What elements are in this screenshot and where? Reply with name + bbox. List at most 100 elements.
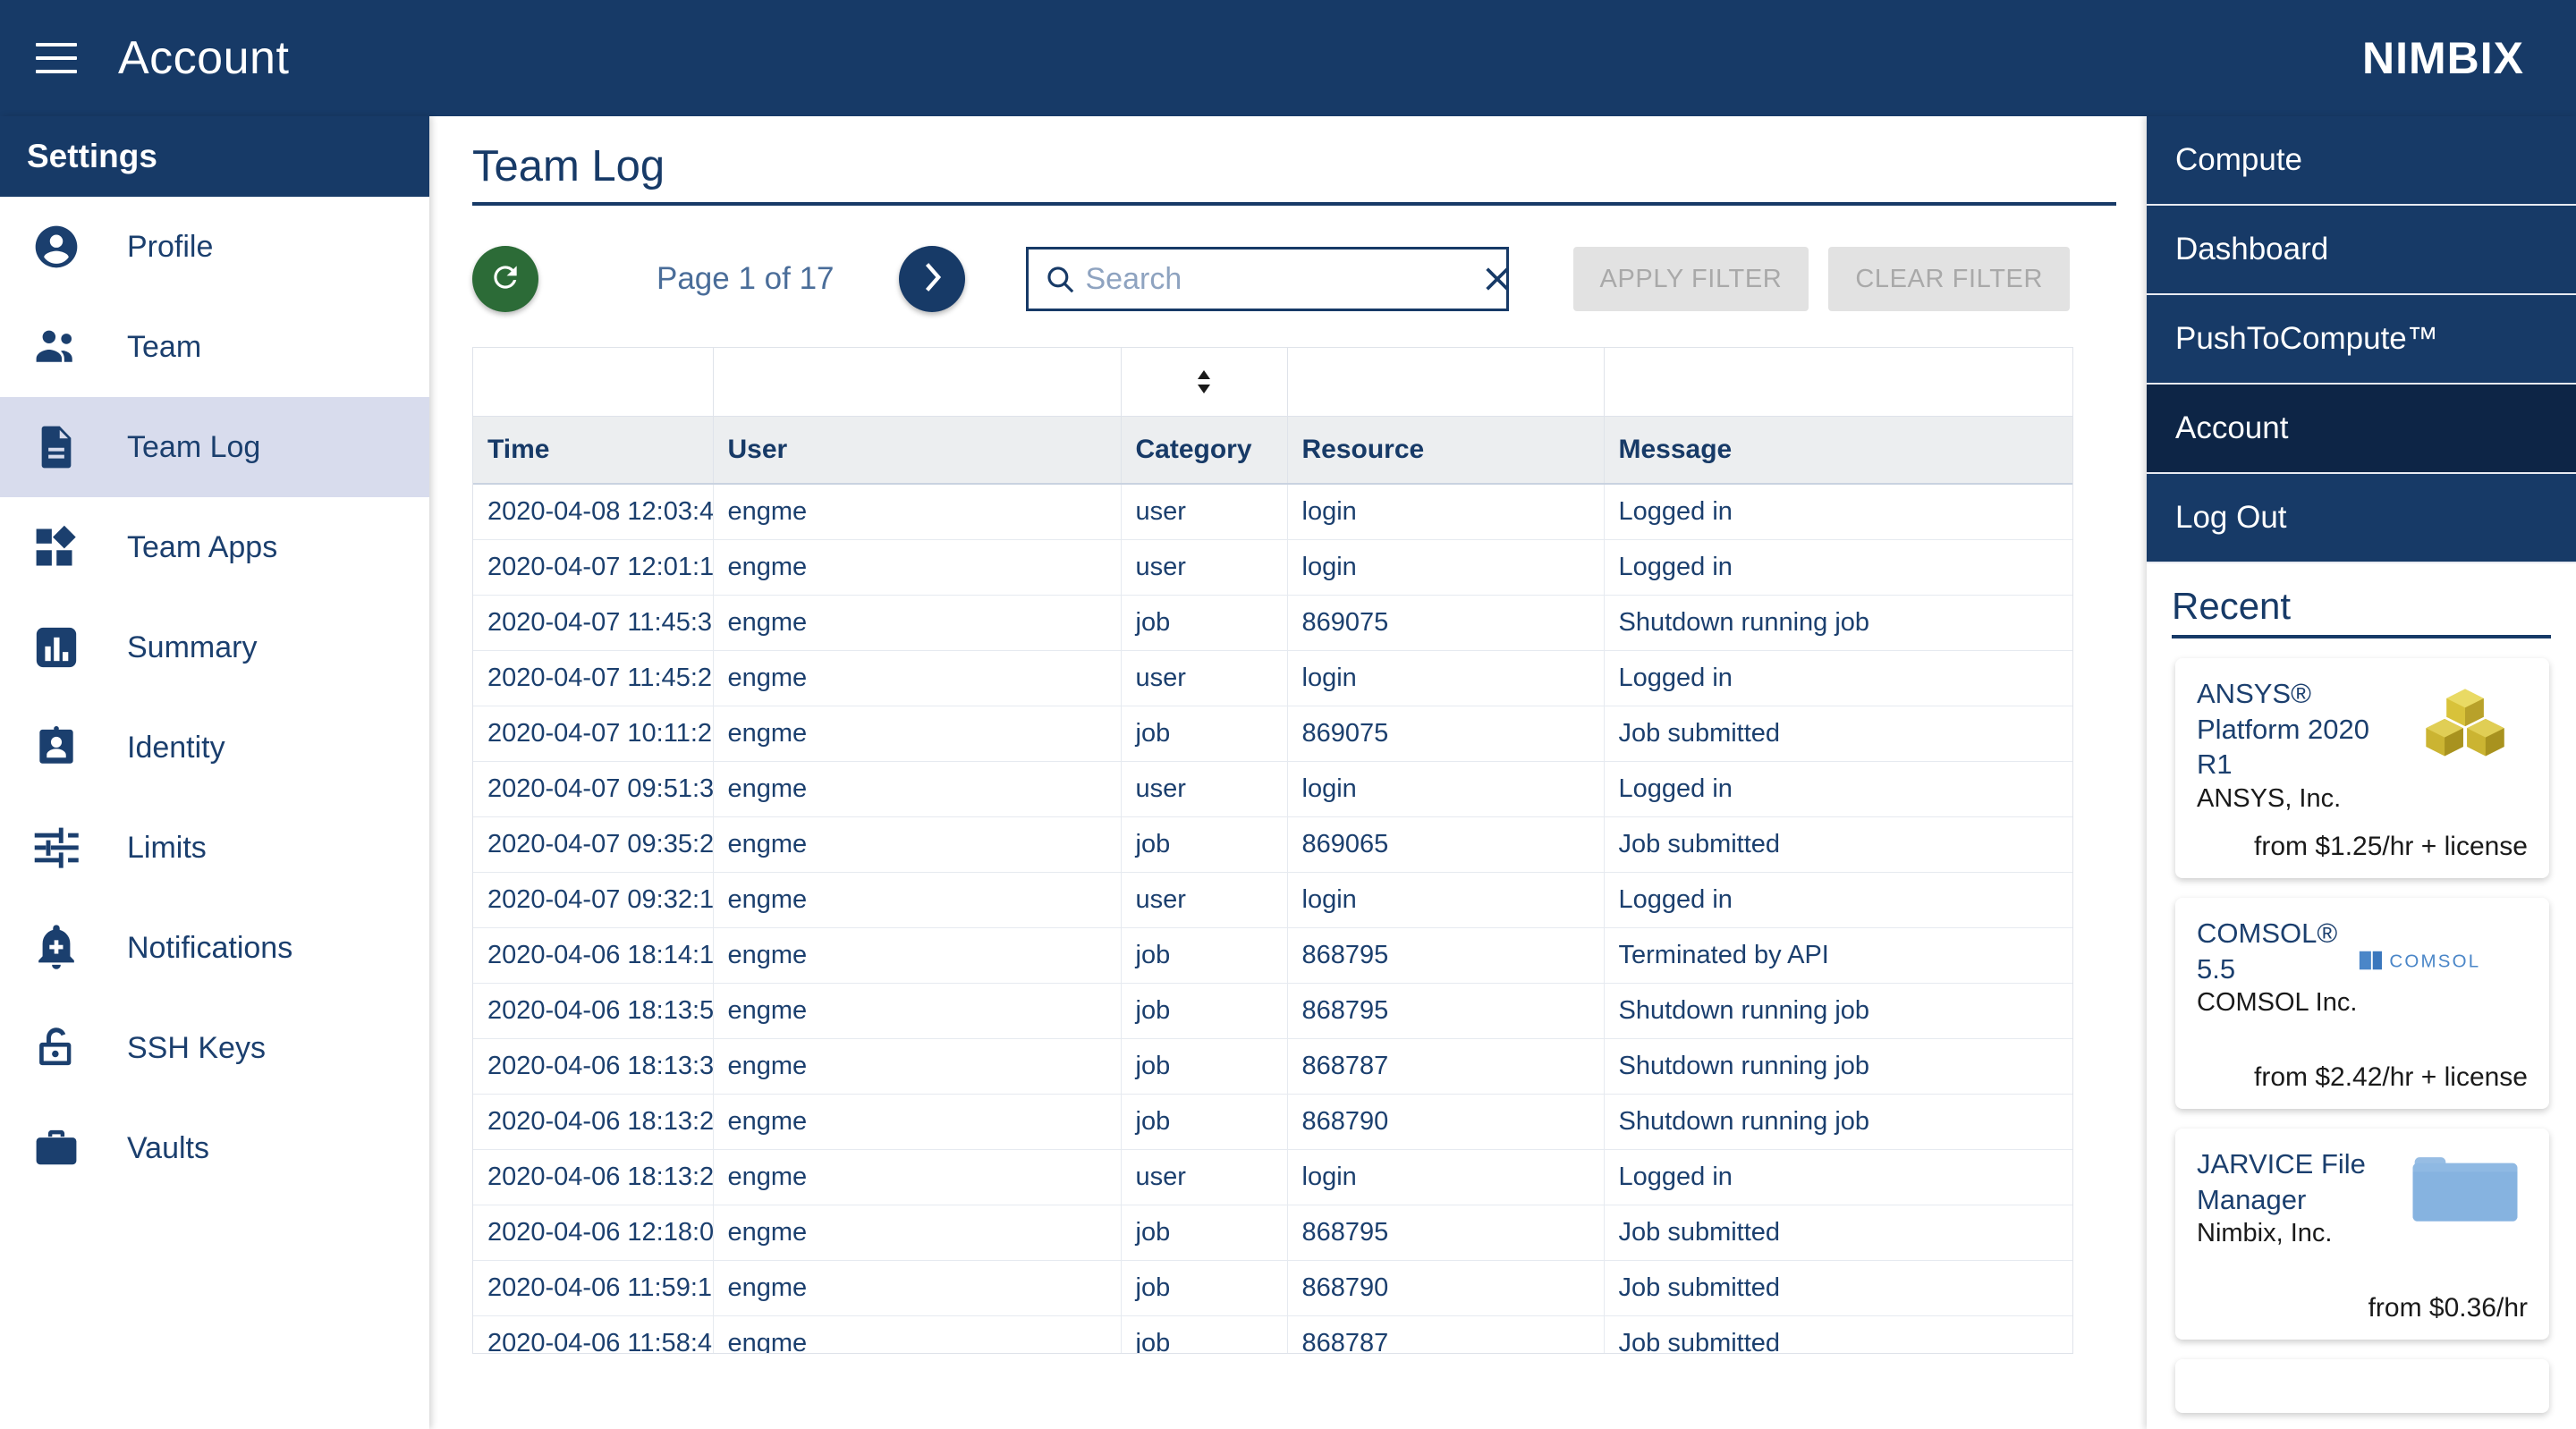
cell-time: 2020-04-06 11:58:42 [473,1315,714,1353]
column-filter-row [473,348,2072,417]
sort-up-down-icon[interactable] [1197,369,1211,394]
main-content: Team Log Page 1 of 17 APPLY FILTER CLEAR… [429,116,2147,1429]
sidebar-item-summary[interactable]: Summary [0,597,429,698]
cell-time: 2020-04-07 09:51:31 [473,761,714,817]
cell-user: engme [713,1094,1122,1150]
table-row[interactable]: 2020-04-06 18:14:16 engme job 868795 Termina… [473,927,2072,984]
cell-time: 2020-04-07 11:45:37 [473,595,714,651]
app-card-vendor: Nimbix, Inc. [2197,1219,2333,1248]
next-page-button[interactable] [898,246,965,312]
sidebar-item-limits[interactable]: Limits [0,798,429,898]
table-row[interactable]: 2020-04-07 10:11:28 engme job 869075 Job sub… [473,706,2072,762]
sidebar-item-vaults[interactable]: Vaults [0,1098,429,1198]
table-row[interactable]: 2020-04-07 09:32:17 engme user login Logged … [473,872,2072,928]
rightnav-item-account[interactable]: Account [2147,385,2576,474]
close-x-icon[interactable] [1482,264,1513,294]
cell-message: Logged in [1604,539,2072,596]
page-indicator: Page 1 of 17 [657,261,835,296]
cell-user: engme [713,983,1122,1039]
cell-resource: login [1287,650,1605,706]
table-row[interactable]: 2020-04-06 12:18:04 engme job 868795 Job sub… [473,1205,2072,1261]
sidebar-item-label: Notifications [127,930,293,965]
sidebar-item-notifications[interactable]: Notifications [0,898,429,998]
rightnav-item-label: Account [2175,410,2289,445]
cell-resource: login [1287,872,1605,928]
cell-resource: 868790 [1287,1260,1605,1316]
table-row[interactable]: 2020-04-07 11:45:37 engme job 869075 Shutdow… [473,595,2072,651]
refresh-button[interactable] [472,246,538,312]
cell-resource: 869075 [1287,595,1605,651]
table-row[interactable]: 2020-04-06 11:59:13 engme job 868790 Job sub… [473,1260,2072,1316]
cell-resource: login [1287,1149,1605,1205]
cell-message: Logged in [1604,872,2072,928]
cell-resource: login [1287,484,1605,540]
table-row[interactable]: 2020-04-07 11:45:29 engme user login Logged … [473,650,2072,706]
cell-time: 2020-04-06 18:13:29 [473,1094,714,1150]
cell-resource: 868787 [1287,1038,1605,1095]
cell-category: job [1121,1094,1288,1150]
svg-text:COMSOL: COMSOL [2389,951,2480,971]
sidebar-item-team-apps[interactable]: Team Apps [0,497,429,597]
table-row[interactable]: 2020-04-08 12:03:44 engme user login Logged … [473,484,2072,540]
cell-time: 2020-04-08 12:03:44 [473,484,714,540]
table-row[interactable]: 2020-04-06 11:58:42 engme job 868787 Job sub… [473,1315,2072,1353]
sidebar-item-label: SSH Keys [127,1030,266,1065]
cell-message: Logged in [1604,1149,2072,1205]
table-row[interactable]: 2020-04-07 09:35:21 engme job 869065 Job sub… [473,816,2072,873]
clear-filter-button[interactable]: CLEAR FILTER [1828,247,2071,311]
magnifier-icon [1045,264,1075,294]
sidebar-item-ssh-keys[interactable]: SSH Keys [0,998,429,1098]
filter-cell-resource[interactable] [1287,348,1605,417]
cell-user: engme [713,706,1122,762]
table-row[interactable]: 2020-04-06 18:13:31 engme job 868787 Shutdow… [473,1038,2072,1095]
filter-cell-time[interactable] [473,348,714,417]
filter-cell-message[interactable] [1604,348,2072,417]
cell-user: engme [713,1315,1122,1353]
briefcase-icon [29,1120,84,1176]
blue-folder-icon [2402,1146,2528,1254]
table-row[interactable]: 2020-04-06 18:13:21 engme user login Logged … [473,1149,2072,1205]
cell-category: job [1121,595,1288,651]
rightnav-item-log-out[interactable]: Log Out [2147,474,2576,563]
column-header-message[interactable]: Message [1604,416,2072,485]
cell-resource: 868795 [1287,983,1605,1039]
app-card-name: ANSYS® Platform 2020 R1 [2197,678,2369,781]
filter-cell-user[interactable] [713,348,1122,417]
top-header-bar: Account NIMBIX [0,0,2576,116]
rightnav-item-dashboard[interactable]: Dashboard [2147,206,2576,295]
table-row[interactable]: 2020-04-06 18:13:57 engme job 868795 Shutdow… [473,983,2072,1039]
cell-time: 2020-04-07 10:11:28 [473,706,714,762]
search-box[interactable] [1025,247,1509,311]
sidebar-item-label: Profile [127,229,214,264]
id-badge-icon [29,720,84,775]
cell-category: user [1121,761,1288,817]
app-card[interactable]: COMSOL® 5.5 COMSOL Inc. COMSOL from $2.42/h… [2175,898,2549,1109]
team-log-table: Time User Category Resource Message 2020-04-… [473,348,2072,1353]
cell-category: job [1121,1038,1288,1095]
app-card[interactable]: ANSYS® Platform 2020 R1 ANSYS, Inc. from $… [2175,658,2549,878]
table-row[interactable]: 2020-04-06 18:13:29 engme job 868790 Shutdow… [473,1094,2072,1150]
table-row[interactable]: 2020-04-07 12:01:13 engme user login Logged … [473,539,2072,596]
app-card-partial[interactable] [2175,1359,2549,1413]
app-card[interactable]: JARVICE File Manager Nimbix, Inc. from $0.… [2175,1129,2549,1340]
cell-user: engme [713,650,1122,706]
sidebar-item-profile[interactable]: Profile [0,197,429,297]
rightnav-item-pushtocompute[interactable]: PushToCompute™ [2147,295,2576,385]
table-row[interactable]: 2020-04-07 09:51:31 engme user login Logged … [473,761,2072,817]
bar-chart-icon [29,620,84,675]
column-header-time[interactable]: Time [473,416,714,485]
sidebar-item-team-log[interactable]: Team Log [0,397,429,497]
hamburger-menu-icon[interactable] [36,43,77,73]
filter-cell-category[interactable] [1121,348,1288,417]
sidebar-item-team[interactable]: Team [0,297,429,397]
app-card-text: JARVICE File Manager Nimbix, Inc. [2197,1146,2402,1254]
app-card-top: ANSYS® Platform 2020 R1 ANSYS, Inc. [2197,676,2528,814]
column-header-resource[interactable]: Resource [1287,416,1605,485]
rightnav-item-compute[interactable]: Compute [2147,116,2576,206]
search-input[interactable] [1085,261,1482,297]
sidebar-item-identity[interactable]: Identity [0,698,429,798]
column-header-user[interactable]: User [713,416,1122,485]
apply-filter-button[interactable]: APPLY FILTER [1572,247,1809,311]
column-header-category[interactable]: Category [1121,416,1288,485]
app-card-name: COMSOL® 5.5 [2197,917,2338,985]
